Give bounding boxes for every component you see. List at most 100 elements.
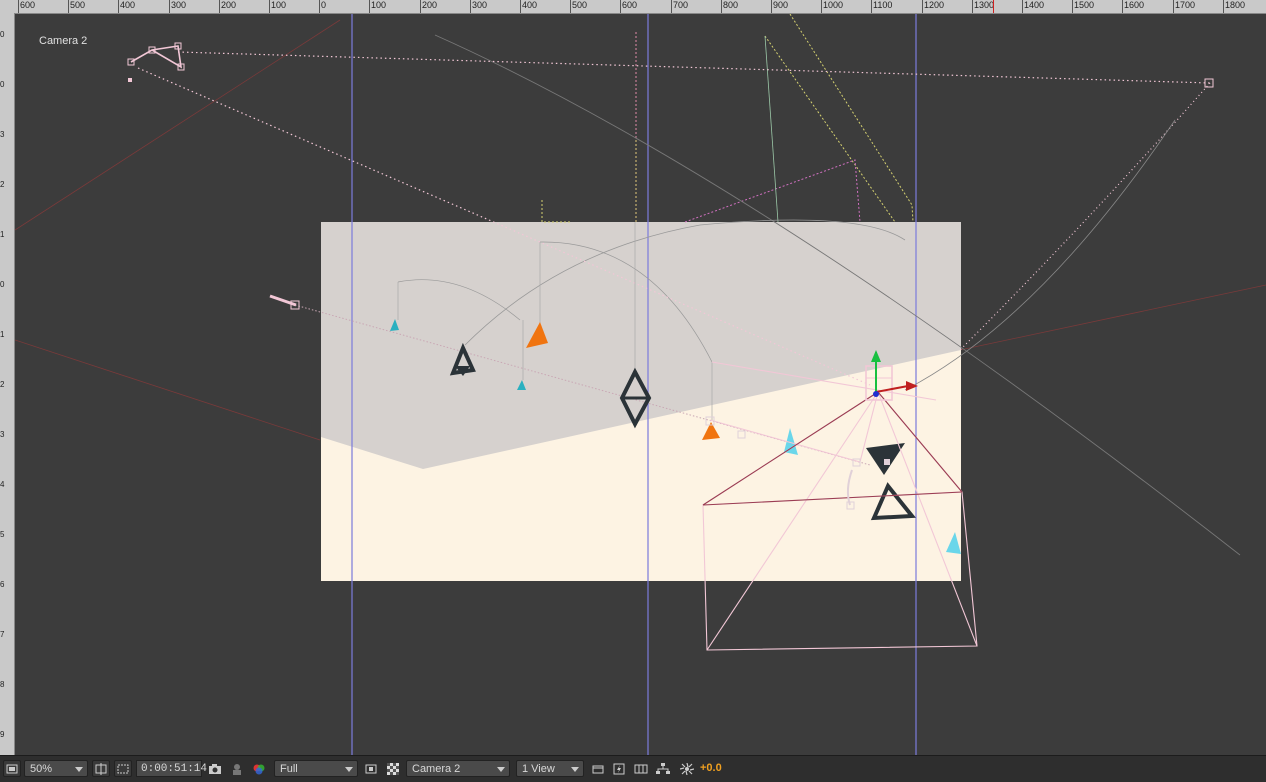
ruler-tick <box>972 0 973 13</box>
ruler-tick-label: 9 <box>0 730 5 739</box>
ruler-tick-label: 300 <box>472 0 488 10</box>
ruler-tick-label: 700 <box>673 0 689 10</box>
ruler-tick <box>721 0 722 13</box>
ruler-tick <box>18 0 19 13</box>
ruler-tick <box>520 0 521 13</box>
ruler-tick <box>570 0 571 13</box>
keyframe-handle[interactable] <box>884 459 890 465</box>
ruler-tick-label: 400 <box>120 0 136 10</box>
motion-path <box>541 200 570 223</box>
ruler-tick <box>68 0 69 13</box>
active-camera-value: Camera 2 <box>412 763 461 775</box>
magnification-dropdown[interactable]: 50% <box>24 760 88 777</box>
show-snapshot-icon[interactable] <box>228 760 246 777</box>
ruler-tick <box>620 0 621 13</box>
ruler-tick-label: 0 <box>0 280 5 289</box>
ruler-tick-label: 1400 <box>1024 0 1045 10</box>
exposure-value[interactable]: +0.0 <box>700 760 722 777</box>
chevron-down-icon <box>497 767 505 772</box>
ruler-tick-label: 500 <box>572 0 588 10</box>
ruler-tick <box>771 0 772 13</box>
ruler-tick-label: 2 <box>0 380 5 389</box>
ruler-tick <box>118 0 119 13</box>
ruler-tick <box>821 0 822 13</box>
ruler-tick <box>922 0 923 13</box>
axis-line <box>15 19 341 231</box>
ruler-tick <box>219 0 220 13</box>
ruler-tick-label: 400 <box>522 0 538 10</box>
ruler-tick-label: 2 <box>0 180 5 189</box>
ruler-tick-label: 1600 <box>1124 0 1145 10</box>
axis-line <box>959 284 1266 351</box>
view-label: Camera 2 <box>39 35 88 47</box>
reset-exposure-icon[interactable] <box>678 760 696 777</box>
magnification-ratio-icon[interactable] <box>3 760 21 777</box>
ruler-tick <box>420 0 421 13</box>
ruler-marker <box>993 0 994 13</box>
ruler-tick-label: 600 <box>622 0 638 10</box>
ruler-tick-label: 5 <box>0 530 5 539</box>
ruler-tick-label: 3 <box>0 430 5 439</box>
motion-path <box>764 35 896 223</box>
axis-line <box>15 339 321 441</box>
viewer-toolbar: 50% 0:00:51:14 Full Camera 2 1 View +0.0 <box>0 755 1266 782</box>
top-ruler[interactable]: 600 500 400 300 200 100 0 100 200 300 400 500 600 700… <box>0 0 1266 14</box>
ruler-tick <box>1072 0 1073 13</box>
flowchart-icon[interactable] <box>654 760 672 777</box>
pixel-aspect-icon[interactable] <box>589 760 607 777</box>
ruler-tick-label: 6 <box>0 580 5 589</box>
title-action-safe-icon[interactable] <box>92 760 110 777</box>
ruler-tick-label: 1700 <box>1175 0 1196 10</box>
camera-handle-cluster[interactable] <box>127 42 185 82</box>
ruler-tick-label: 1000 <box>823 0 844 10</box>
ruler-tick-label: 1200 <box>924 0 945 10</box>
ruler-tick-label: 300 <box>171 0 187 10</box>
chevron-down-icon <box>75 767 83 772</box>
timeline-icon[interactable] <box>632 760 650 777</box>
mask-visibility-icon[interactable] <box>114 760 132 777</box>
ruler-tick-label: 900 <box>773 0 789 10</box>
fast-previews-icon[interactable] <box>610 760 628 777</box>
ruler-tick-label: 0 <box>0 30 5 39</box>
current-time-display[interactable]: 0:00:51:14 <box>136 760 207 777</box>
ruler-tick <box>1223 0 1224 13</box>
ruler-tick <box>169 0 170 13</box>
scene-canvas <box>15 14 1266 755</box>
motion-path <box>684 159 861 223</box>
ruler-tick-label: 3 <box>0 130 5 139</box>
resolution-dropdown[interactable]: Full <box>274 760 358 777</box>
ruler-tick-label: 0 <box>321 0 327 10</box>
ruler-tick-label: 500 <box>70 0 86 10</box>
ruler-tick-label: 1100 <box>873 0 893 10</box>
ruler-tick-label: 1500 <box>1074 0 1095 10</box>
resolution-value: Full <box>280 763 298 775</box>
rgb-channels-icon[interactable] <box>250 760 268 777</box>
ruler-tick-label: 8 <box>0 680 5 689</box>
ruler-tick <box>871 0 872 13</box>
motion-path <box>789 14 914 223</box>
ruler-tick-label: 200 <box>221 0 237 10</box>
ruler-tick-label: 7 <box>0 630 5 639</box>
ruler-tick-label: 600 <box>20 0 36 10</box>
ruler-tick-label: 1300 <box>974 0 995 10</box>
ruler-tick <box>369 0 370 13</box>
camera-snapshot-icon[interactable] <box>206 760 224 777</box>
active-camera-dropdown[interactable]: Camera 2 <box>406 760 510 777</box>
motion-path <box>764 35 779 223</box>
ruler-tick <box>319 0 320 13</box>
view-layout-value: 1 View <box>522 763 555 775</box>
ruler-tick-label: 1 <box>0 230 5 239</box>
ruler-tick-label: 0 <box>0 80 5 89</box>
region-of-interest-icon[interactable] <box>362 760 380 777</box>
composition-viewer[interactable]: Camera 2 <box>15 14 1266 755</box>
light-handle[interactable] <box>269 294 300 310</box>
ruler-tick <box>470 0 471 13</box>
ruler-tick-label: 200 <box>422 0 438 10</box>
left-ruler[interactable]: 0 0 3 2 1 0 1 2 3 4 5 6 7 8 9 <box>0 13 15 755</box>
ruler-tick-label: 100 <box>371 0 387 10</box>
camera-path <box>177 51 1211 84</box>
ruler-tick-label: 4 <box>0 480 5 489</box>
view-layout-dropdown[interactable]: 1 View <box>516 760 584 777</box>
transparency-grid-icon[interactable] <box>384 760 402 777</box>
chevron-down-icon <box>571 767 579 772</box>
